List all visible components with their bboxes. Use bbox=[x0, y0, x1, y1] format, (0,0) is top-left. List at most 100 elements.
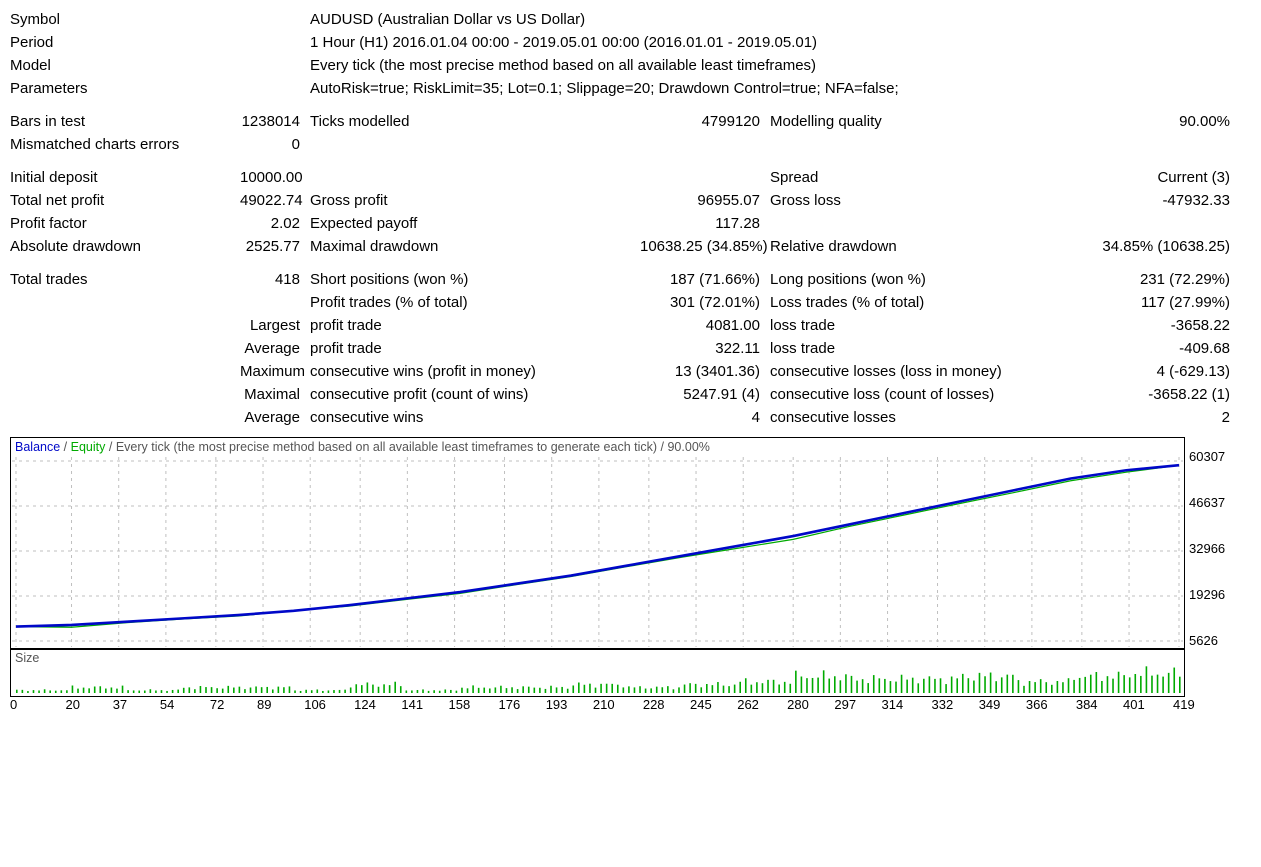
total-net-profit-value: 49022.74 bbox=[240, 189, 310, 212]
total-trades-value: 418 bbox=[240, 268, 310, 291]
maximal-label: Maximal bbox=[240, 383, 310, 406]
x-tick: 54 bbox=[160, 697, 174, 712]
largest-loss-trade-value: -3658.22 bbox=[1080, 314, 1240, 337]
x-tick: 419 bbox=[1173, 697, 1195, 712]
period-value: 1 Hour (H1) 2016.01.04 00:00 - 2019.05.0… bbox=[310, 31, 817, 54]
x-axis-ticks: 0203754728910612414115817619321022824526… bbox=[10, 697, 1183, 715]
x-tick: 401 bbox=[1123, 697, 1145, 712]
bars-in-test-label: Bars in test bbox=[10, 110, 240, 133]
x-tick: 124 bbox=[354, 697, 376, 712]
maximum-label: Maximum bbox=[240, 360, 310, 383]
bars-in-test-value: 1238014 bbox=[240, 110, 310, 133]
maximal-consecutive-profit-label: consecutive profit (count of wins) bbox=[310, 383, 640, 406]
x-tick: 72 bbox=[210, 697, 224, 712]
largest-loss-trade-label: loss trade bbox=[770, 314, 1080, 337]
average-loss-trade-label: loss trade bbox=[770, 337, 1080, 360]
x-tick: 176 bbox=[499, 697, 521, 712]
maximal-consecutive-loss-value: -3658.22 (1) bbox=[1080, 383, 1240, 406]
maximal-drawdown-value: 10638.25 (34.85%) bbox=[640, 235, 770, 258]
row-period: Period 1 Hour (H1) 2016.01.04 00:00 - 20… bbox=[10, 31, 1251, 54]
profit-factor-value: 2.02 bbox=[240, 212, 310, 235]
max-consecutive-losses-label: consecutive losses (loss in money) bbox=[770, 360, 1080, 383]
symbol-value: AUDUSD (Australian Dollar vs US Dollar) bbox=[310, 8, 585, 31]
x-tick: 106 bbox=[304, 697, 326, 712]
x-tick: 349 bbox=[979, 697, 1001, 712]
max-consecutive-losses-value: 4 (-629.13) bbox=[1080, 360, 1240, 383]
x-tick: 0 bbox=[10, 697, 17, 712]
average-consecutive-wins-value: 4 bbox=[640, 406, 770, 429]
max-consecutive-wins-value: 13 (3401.36) bbox=[640, 360, 770, 383]
x-tick: 262 bbox=[737, 697, 759, 712]
x-tick: 280 bbox=[787, 697, 809, 712]
row-parameters: Parameters AutoRisk=true; RiskLimit=35; … bbox=[10, 77, 1251, 100]
maximal-consecutive-loss-label: consecutive loss (count of losses) bbox=[770, 383, 1080, 406]
equity-svg bbox=[12, 439, 1183, 647]
average-consecutive-losses-value: 2 bbox=[1080, 406, 1240, 429]
modelling-quality-value: 90.00% bbox=[1080, 110, 1240, 133]
x-tick: 141 bbox=[401, 697, 423, 712]
absolute-drawdown-label: Absolute drawdown bbox=[10, 235, 240, 258]
spread-value: Current (3) bbox=[1080, 166, 1240, 189]
average-consecutive-wins-label: consecutive wins bbox=[310, 406, 640, 429]
relative-drawdown-value: 34.85% (10638.25) bbox=[1080, 235, 1240, 258]
equity-chart: Balance / Equity / Every tick (the most … bbox=[10, 437, 1185, 649]
modelling-quality-label: Modelling quality bbox=[770, 110, 1080, 133]
short-positions-label: Short positions (won %) bbox=[310, 268, 640, 291]
average-loss-trade-value: -409.68 bbox=[1080, 337, 1240, 360]
stats-grid-3: Total trades 418 Short positions (won %)… bbox=[10, 268, 1251, 429]
x-tick: 384 bbox=[1076, 697, 1098, 712]
model-label: Model bbox=[10, 54, 310, 77]
profit-trades-label: Profit trades (% of total) bbox=[310, 291, 640, 314]
profit-factor-label: Profit factor bbox=[10, 212, 240, 235]
x-tick: 332 bbox=[932, 697, 954, 712]
profit-trades-value: 301 (72.01%) bbox=[640, 291, 770, 314]
total-net-profit-label: Total net profit bbox=[10, 189, 240, 212]
relative-drawdown-label: Relative drawdown bbox=[770, 235, 1080, 258]
parameters-value: AutoRisk=true; RiskLimit=35; Lot=0.1; Sl… bbox=[310, 77, 899, 100]
parameters-label: Parameters bbox=[10, 77, 310, 100]
period-label: Period bbox=[10, 31, 310, 54]
largest-label: Largest bbox=[240, 314, 310, 337]
average2-label: Average bbox=[240, 406, 310, 429]
maximal-consecutive-profit-value: 5247.91 (4) bbox=[640, 383, 770, 406]
model-value: Every tick (the most precise method base… bbox=[310, 54, 816, 77]
initial-deposit-value: 10000.00 bbox=[240, 166, 310, 189]
size-chart: Size bbox=[10, 649, 1185, 697]
x-tick: 297 bbox=[834, 697, 856, 712]
x-tick: 314 bbox=[882, 697, 904, 712]
x-tick: 366 bbox=[1026, 697, 1048, 712]
initial-deposit-label: Initial deposit bbox=[10, 166, 240, 189]
gross-loss-value: -47932.33 bbox=[1080, 189, 1240, 212]
x-tick: 245 bbox=[690, 697, 712, 712]
expected-payoff-value: 117.28 bbox=[640, 212, 770, 235]
max-consecutive-wins-label: consecutive wins (profit in money) bbox=[310, 360, 640, 383]
row-model: Model Every tick (the most precise metho… bbox=[10, 54, 1251, 77]
x-tick: 37 bbox=[113, 697, 127, 712]
gross-profit-value: 96955.07 bbox=[640, 189, 770, 212]
stats-grid: Bars in test 1238014 Ticks modelled 4799… bbox=[10, 110, 1251, 156]
absolute-drawdown-value: 2525.77 bbox=[240, 235, 310, 258]
x-tick: 20 bbox=[66, 697, 80, 712]
x-tick: 228 bbox=[643, 697, 665, 712]
average-profit-trade-label: profit trade bbox=[310, 337, 640, 360]
loss-trades-value: 117 (27.99%) bbox=[1080, 291, 1240, 314]
mismatched-label: Mismatched charts errors bbox=[10, 133, 240, 156]
average-consecutive-losses-label: consecutive losses bbox=[770, 406, 1080, 429]
symbol-label: Symbol bbox=[10, 8, 310, 31]
gross-profit-label: Gross profit bbox=[310, 189, 640, 212]
short-positions-value: 187 (71.66%) bbox=[640, 268, 770, 291]
total-trades-label: Total trades bbox=[10, 268, 240, 291]
average-profit-trade-value: 322.11 bbox=[640, 337, 770, 360]
average-label: Average bbox=[240, 337, 310, 360]
size-svg bbox=[12, 651, 1183, 695]
loss-trades-label: Loss trades (% of total) bbox=[770, 291, 1080, 314]
long-positions-label: Long positions (won %) bbox=[770, 268, 1080, 291]
row-symbol: Symbol AUDUSD (Australian Dollar vs US D… bbox=[10, 8, 1251, 31]
gross-loss-label: Gross loss bbox=[770, 189, 1080, 212]
ticks-modelled-label: Ticks modelled bbox=[310, 110, 640, 133]
stats-grid-2: Initial deposit 10000.00 Spread Current … bbox=[10, 166, 1251, 258]
expected-payoff-label: Expected payoff bbox=[310, 212, 640, 235]
spread-label: Spread bbox=[770, 166, 1080, 189]
largest-profit-trade-value: 4081.00 bbox=[640, 314, 770, 337]
x-tick: 158 bbox=[449, 697, 471, 712]
